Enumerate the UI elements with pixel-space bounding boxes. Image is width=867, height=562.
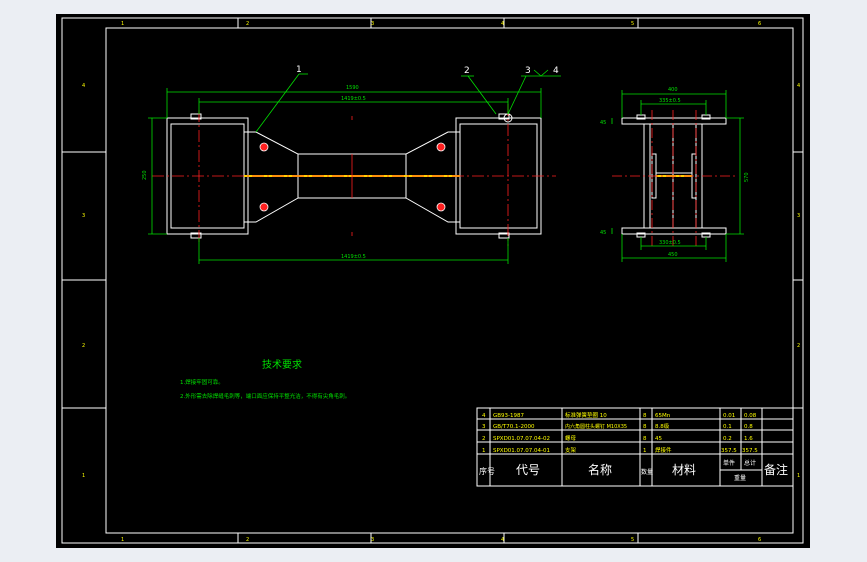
bom-cell: 标准弹簧垫圈 10 (565, 411, 607, 419)
dimension-text: 45 (600, 120, 606, 126)
zone-number-bottom: 5 (631, 537, 634, 543)
bom-cell: GB93-1987 (493, 413, 525, 419)
zone-number-top: 2 (246, 21, 249, 27)
zone-number-top: 3 (371, 21, 374, 27)
zone-number-bottom: 2 (246, 537, 249, 543)
dimension-text: 330±0.5 (659, 240, 681, 246)
notes-line: 2.外形需去除焊缝毛刺等，端口面应保持平整光洁，不得有尖角毛刺。 (180, 392, 350, 400)
hole-marker (259, 142, 269, 152)
dimension-text: 1419±0.5 (341, 96, 366, 102)
balloon-label: 4 (553, 66, 559, 76)
dimension-text: 335±0.5 (659, 98, 681, 104)
zone-letter-right: 2 (797, 343, 800, 349)
zone-letter-right: 1 (797, 473, 800, 479)
bom-cell: 45 (655, 436, 662, 442)
bom-header: 总计 (744, 459, 756, 467)
zone-number-top: 5 (631, 21, 634, 27)
drawing-canvas[interactable]: 1 2 3 4 5 6 1 2 3 4 5 6 4 3 2 1 4 3 2 1 (56, 14, 810, 548)
zone-number-bottom: 6 (758, 537, 761, 543)
bom-cell: 4 (482, 413, 486, 419)
bom-cell: 0.8 (744, 424, 753, 430)
balloon-label: 3 (525, 66, 531, 76)
bom-cell: 螺母 (565, 434, 577, 442)
bom-cell: 65Mn (655, 413, 671, 419)
dimension-text: 1419±0.5 (341, 254, 366, 260)
bom-header: 重量 (734, 474, 746, 482)
bom-header: 代号 (516, 463, 540, 477)
notes-title: 技术要求 (262, 358, 302, 371)
side-view[interactable] (611, 90, 744, 262)
zone-letter-left: 2 (82, 343, 85, 349)
bom-header: 名称 (588, 462, 612, 477)
bom-cell: 2 (482, 436, 486, 442)
bom-cell: 3 (482, 424, 486, 430)
zone-number-bottom: 3 (371, 537, 374, 543)
zone-number-bottom: 4 (501, 537, 504, 543)
notes-line: 1.焊接牢固可靠。 (180, 378, 224, 386)
zone-letter-left: 3 (82, 213, 85, 219)
dimension-text: 250 (142, 170, 148, 180)
bom-cell: 357.5 (721, 448, 737, 454)
bom-cell: 0.01 (723, 413, 735, 419)
bom-cell: 内六角圆柱头螺钉 M10X35 (565, 423, 627, 430)
bom-header: 单件 (723, 459, 735, 467)
bom-cell: 1.6 (744, 436, 753, 442)
bom-cell: SPXD01.07.07.04-02 (493, 436, 550, 442)
zone-number-bottom: 1 (121, 537, 124, 543)
dimension-text: 450 (668, 252, 678, 258)
dimension-text: 45 (600, 230, 606, 236)
bom-header: 备注 (764, 462, 788, 477)
bom-cell: 支架 (565, 446, 577, 454)
bom-header: 序号 (479, 466, 495, 476)
balloon-label: 1 (296, 65, 302, 75)
bom-cell: 1 (643, 448, 647, 454)
bom-cell: 0.2 (723, 436, 732, 442)
zone-number-top: 4 (501, 21, 504, 27)
zone-number-top: 1 (121, 21, 124, 27)
dimension-text: 1590 (346, 85, 359, 91)
bom-cell: 焊接件 (655, 446, 672, 454)
cad-viewer: 1 2 3 4 5 6 1 2 3 4 5 6 4 3 2 1 4 3 2 1 (0, 0, 867, 562)
bom-cell: 0.1 (723, 424, 732, 430)
hole-marker (259, 202, 269, 212)
bom-cell: 8 (643, 413, 647, 419)
hole-marker (436, 142, 446, 152)
zone-letter-right: 3 (797, 213, 800, 219)
dimension-text: 400 (668, 87, 678, 93)
technical-notes: 技术要求 1.焊接牢固可靠。 2.外形需去除焊缝毛刺等，端口面应保持平整光洁，不… (180, 358, 350, 400)
zone-letter-right: 4 (797, 83, 800, 89)
bom-cell: SPXD01.07.07.04-01 (493, 448, 550, 454)
bom-header: 数量 (641, 468, 653, 476)
bom-cell: 8 (643, 424, 647, 430)
zone-letter-left: 4 (82, 83, 85, 89)
bom-cell: 8.8级 (655, 422, 670, 430)
bom-cell: GB/T70.1-2000 (493, 424, 535, 430)
bom-cell: 0.08 (744, 413, 757, 419)
drawing-svg: 1 2 3 4 5 6 1 2 3 4 5 6 4 3 2 1 4 3 2 1 (61, 17, 804, 544)
hole-marker (436, 202, 446, 212)
bom-cell: 1 (482, 448, 486, 454)
bom-cell: 8 (643, 436, 647, 442)
dimension-text: 570 (744, 172, 750, 182)
zone-letter-left: 1 (82, 473, 85, 479)
balloon-label: 2 (464, 66, 470, 76)
bom-cell: 357.5 (742, 448, 758, 454)
bom-header: 材料 (672, 463, 696, 477)
zone-number-top: 6 (758, 21, 761, 27)
